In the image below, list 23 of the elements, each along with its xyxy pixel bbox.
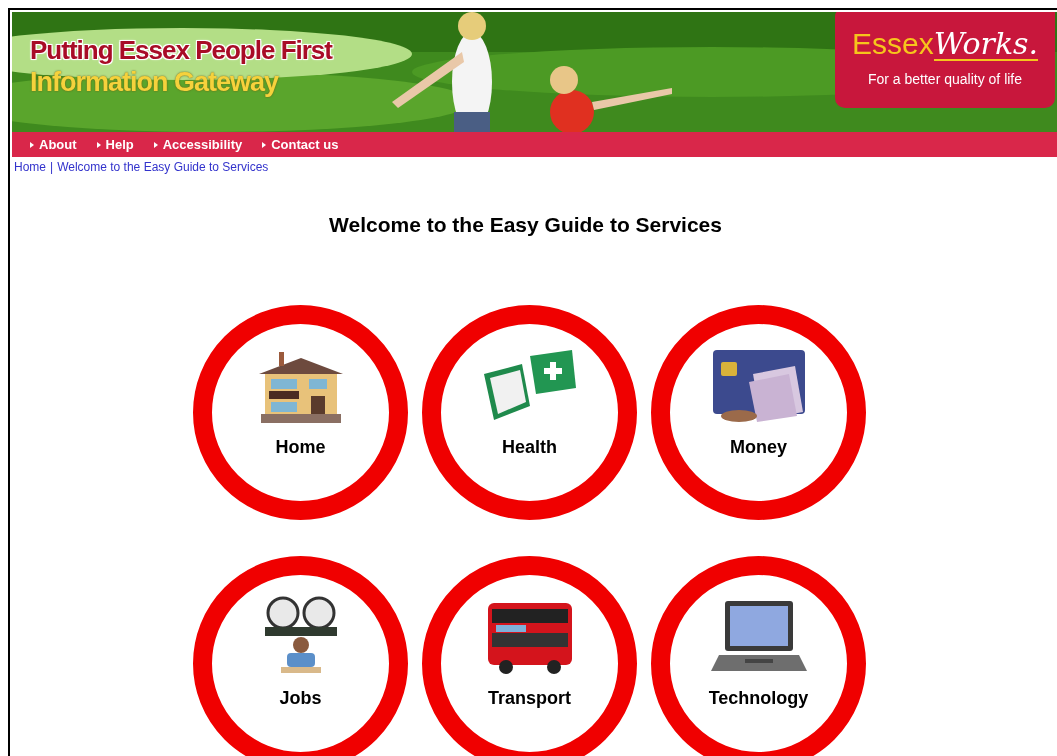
logo-tagline: For a better quality of life bbox=[867, 69, 1023, 89]
essexworks-logo[interactable]: EssexWorks. For a better quality of life bbox=[835, 12, 1055, 108]
breadcrumb-current: Welcome to the Easy Guide to Services bbox=[57, 159, 269, 176]
chevron-icon bbox=[30, 141, 34, 148]
nav-link[interactable]: About bbox=[30, 134, 77, 155]
banner-headline: Putting Essex People First bbox=[30, 34, 332, 66]
service-link[interactable]: Transport bbox=[422, 555, 637, 756]
service-link[interactable]: Home bbox=[193, 304, 408, 520]
page-title: Welcome to the Easy Guide to Services bbox=[328, 212, 723, 238]
nav-link[interactable]: Accessibility bbox=[153, 134, 243, 155]
service-link[interactable]: Technology bbox=[651, 555, 866, 756]
nav-link[interactable]: Help bbox=[96, 134, 134, 155]
breadcrumb-separator: | bbox=[50, 159, 54, 176]
service-link[interactable]: Health bbox=[422, 304, 637, 520]
logo-word: Essex bbox=[852, 28, 934, 59]
breadcrumb-link[interactable]: Home bbox=[14, 158, 46, 176]
logo-script: Works. bbox=[933, 28, 1038, 61]
service-link[interactable]: Jobs bbox=[193, 555, 408, 756]
service-link[interactable]: Money bbox=[651, 304, 866, 520]
chevron-icon bbox=[262, 141, 267, 148]
nav-link[interactable]: Contact us bbox=[262, 134, 339, 155]
chevron-icon bbox=[96, 141, 101, 148]
chevron-icon bbox=[153, 141, 158, 148]
